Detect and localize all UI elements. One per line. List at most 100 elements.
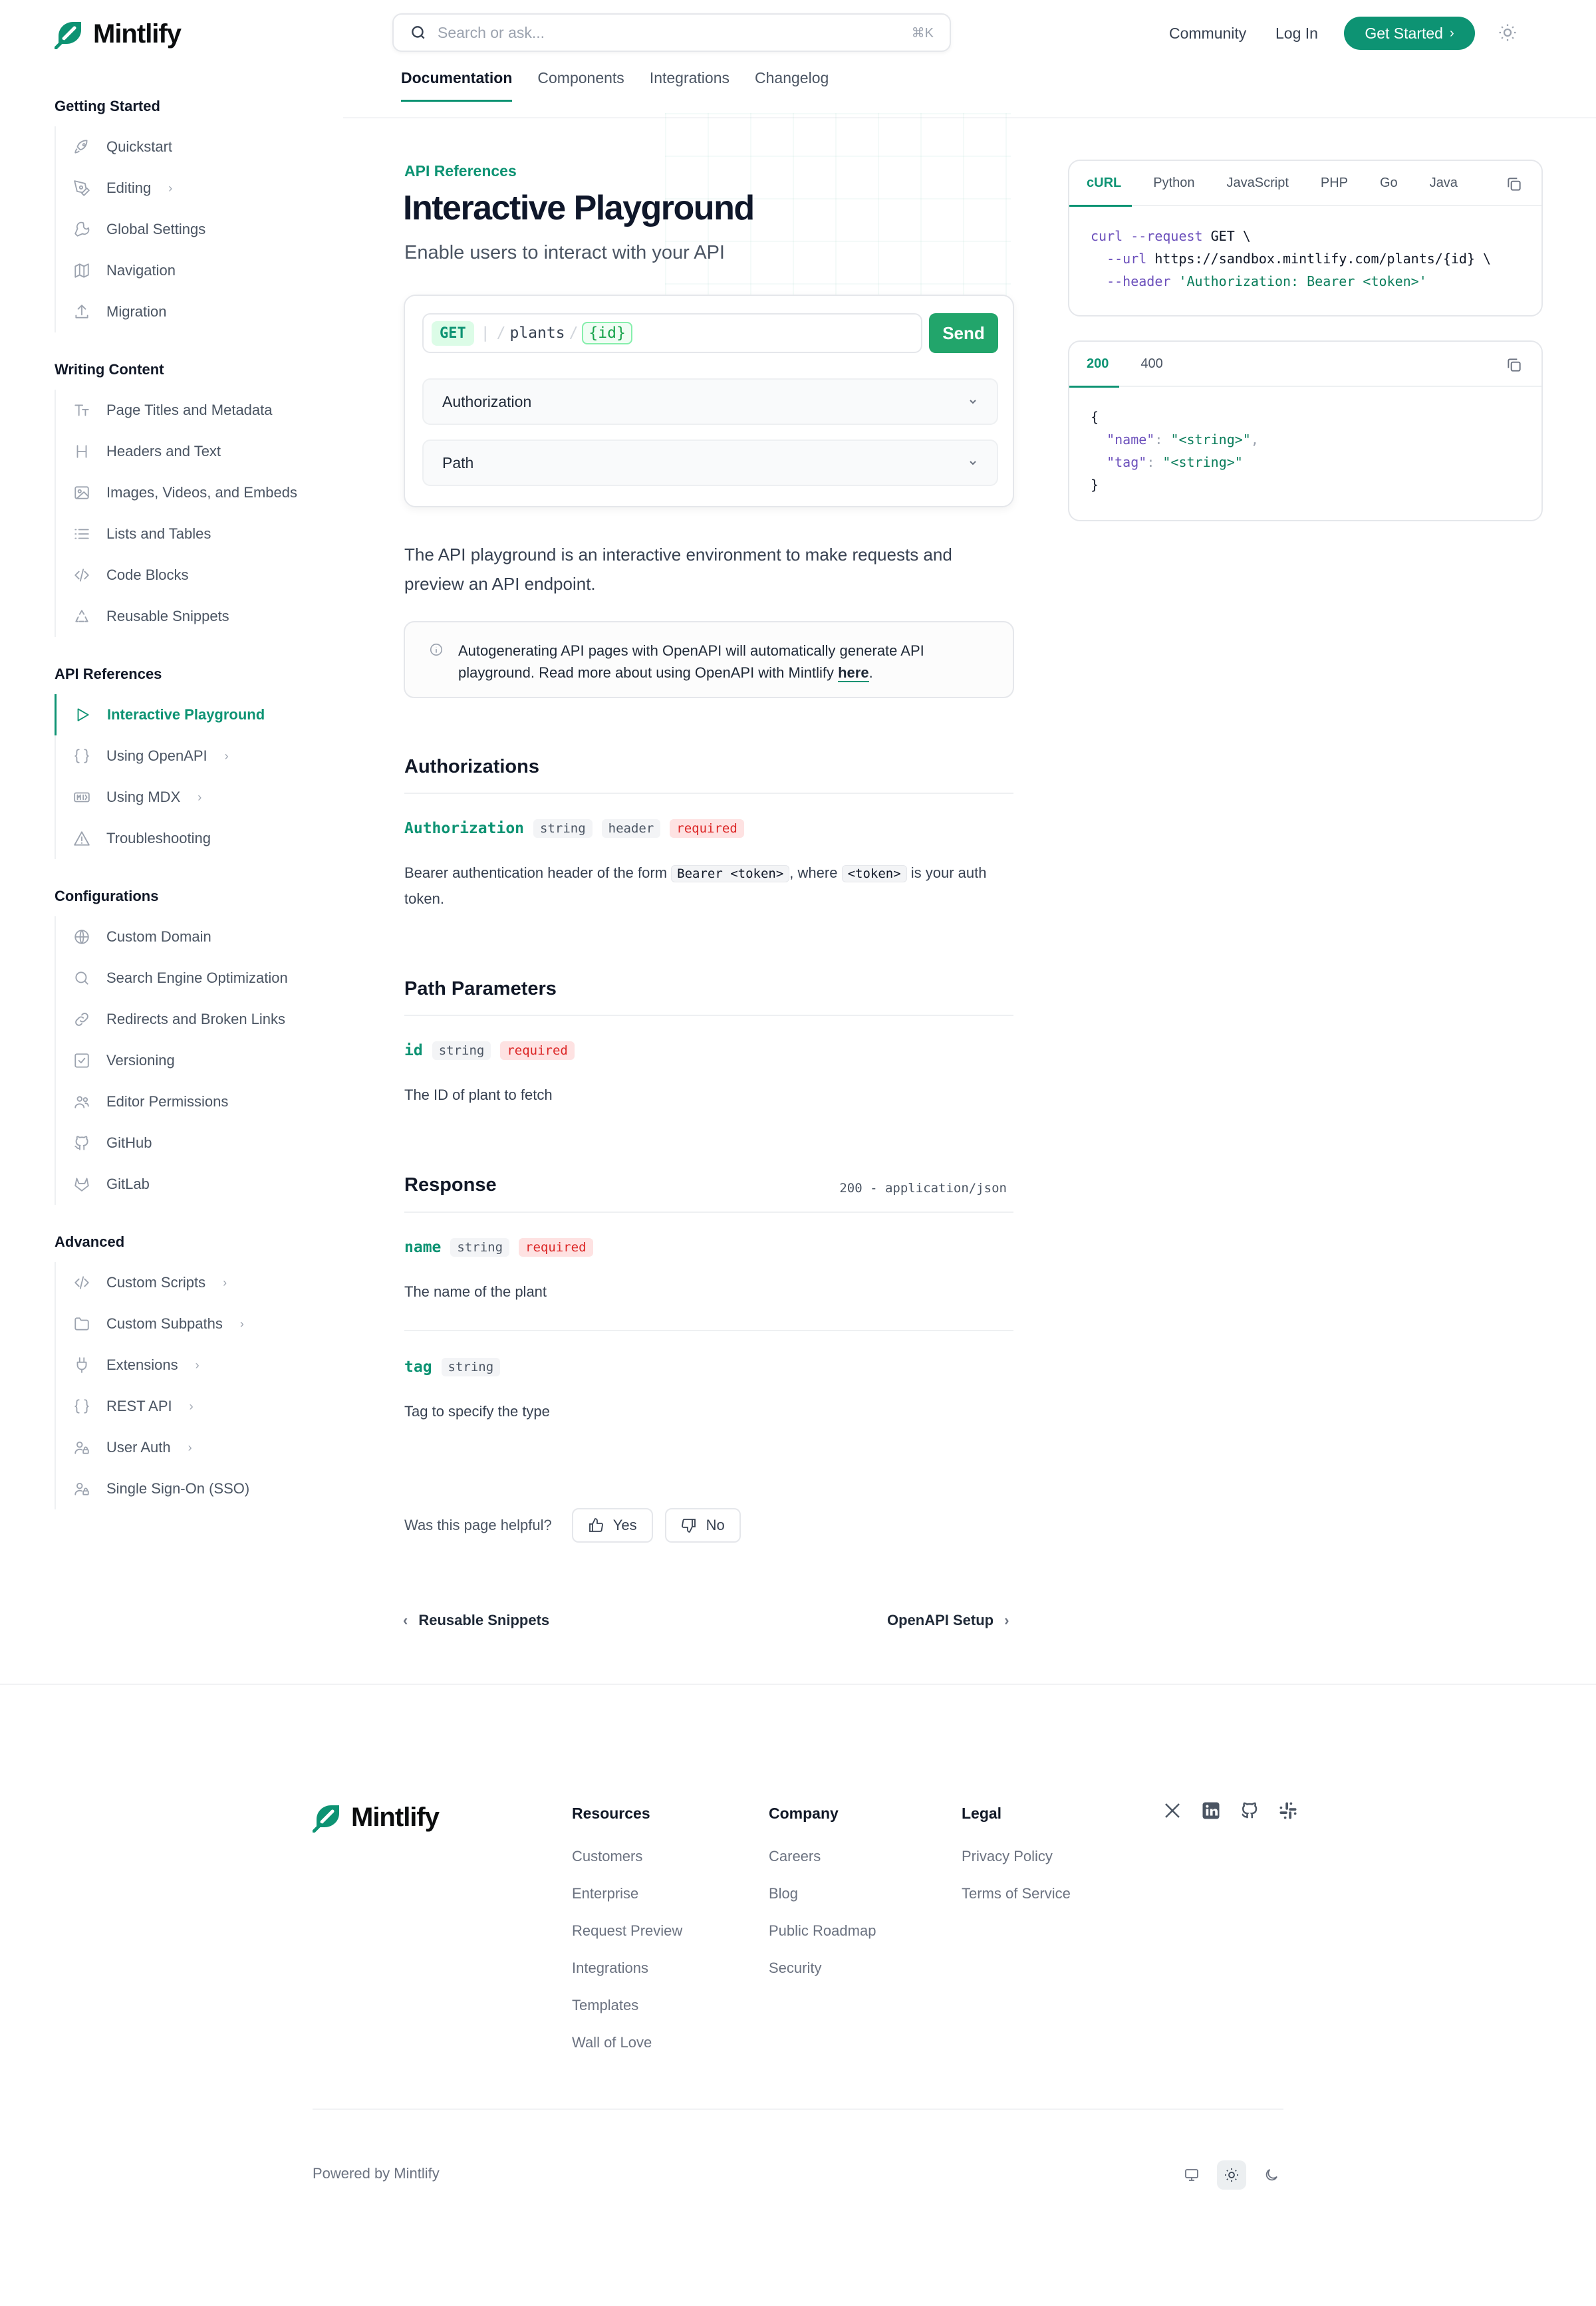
footer-link[interactable]: Enterprise [572, 1885, 682, 1902]
sidebar-item-user-auth[interactable]: User Auth › [56, 1427, 347, 1468]
footer-link[interactable]: Security [769, 1960, 876, 1977]
footer-link[interactable]: Customers [572, 1848, 682, 1865]
desc-text: , where [789, 864, 842, 881]
tab-php[interactable]: PHP [1305, 161, 1364, 205]
sidebar-item-editor-permissions[interactable]: Editor Permissions [56, 1081, 347, 1122]
authorization-accordion[interactable]: Authorization [422, 378, 998, 425]
sidebar-item-label: Versioning [106, 1052, 175, 1069]
tab-documentation[interactable]: Documentation [401, 69, 513, 102]
code-token: "<string>" [1170, 432, 1251, 448]
sidebar-item-using-openapi[interactable]: Using OpenAPI › [56, 735, 347, 777]
sidebar-item-interactive-playground[interactable]: Interactive Playground [55, 694, 347, 735]
sidebar-item-versioning[interactable]: Versioning [56, 1040, 347, 1081]
tab-java[interactable]: Java [1414, 161, 1474, 205]
required-badge: required [670, 819, 744, 838]
sidebar-item-single-sign-on-sso[interactable]: Single Sign-On (SSO) [56, 1468, 347, 1509]
footer-link[interactable]: Wall of Love [572, 2034, 682, 2051]
pen-tool-icon [72, 176, 92, 201]
path-accordion[interactable]: Path [422, 440, 998, 486]
nav-community[interactable]: Community [1169, 16, 1246, 51]
tab-javascript[interactable]: JavaScript [1211, 161, 1305, 205]
linkedin-icon[interactable] [1201, 1801, 1221, 1821]
tab-400[interactable]: 400 [1125, 342, 1178, 386]
here-link[interactable]: here [838, 664, 869, 682]
get-started-button[interactable]: Get Started › [1344, 17, 1475, 50]
light-mode-button[interactable] [1217, 2160, 1246, 2190]
x-icon[interactable] [1162, 1801, 1182, 1821]
sidebar-item-quickstart[interactable]: Quickstart [56, 126, 347, 168]
header-logo[interactable]: Mintlify [55, 19, 182, 49]
square-check-icon [72, 1048, 92, 1073]
powered-by[interactable]: Powered by Mintlify [313, 2165, 440, 2182]
sidebar-item-using-mdx[interactable]: Using MDX › [56, 777, 347, 818]
dark-mode-button[interactable] [1257, 2160, 1286, 2190]
send-button[interactable]: Send [929, 313, 998, 353]
sidebar-item-label: Headers and Text [106, 443, 221, 459]
sidebar-item-code-blocks[interactable]: Code Blocks [56, 555, 347, 596]
code-token: "name" [1107, 432, 1155, 448]
sidebar-item-search-engine-optimization[interactable]: Search Engine Optimization [56, 958, 347, 999]
tab-python[interactable]: Python [1137, 161, 1210, 205]
request-url-bar[interactable]: GET | / plants / {id} [422, 313, 922, 353]
sidebar-item-navigation[interactable]: Navigation [56, 250, 347, 291]
sidebar-item-page-titles-and-metadata[interactable]: Page Titles and Metadata [56, 390, 347, 431]
sidebar-item-custom-domain[interactable]: Custom Domain [56, 916, 347, 958]
system-mode-button[interactable] [1177, 2160, 1206, 2190]
prev-page-link[interactable]: ‹ Reusable Snippets [403, 1612, 549, 1629]
footer-bottom-divider [313, 2109, 1283, 2110]
sidebar-item-redirects-and-broken-links[interactable]: Redirects and Broken Links [56, 999, 347, 1040]
next-page-link[interactable]: OpenAPI Setup › [887, 1612, 1009, 1629]
required-badge: required [500, 1041, 575, 1060]
feedback-no-button[interactable]: No [664, 1508, 741, 1543]
sidebar-item-label: Lists and Tables [106, 525, 211, 542]
search-bar[interactable]: Search or ask... ⌘K [392, 13, 951, 52]
tab-200[interactable]: 200 [1069, 342, 1125, 388]
feedback-yes-button[interactable]: Yes [571, 1508, 653, 1543]
footer-link[interactable]: Careers [769, 1848, 876, 1865]
tab-components[interactable]: Components [537, 69, 624, 102]
sidebar-item-reusable-snippets[interactable]: Reusable Snippets [56, 596, 347, 637]
id-description: The ID of plant to fetch [404, 1087, 553, 1103]
sidebar-item-gitlab[interactable]: GitLab [56, 1164, 347, 1205]
path-param-input[interactable]: {id} [582, 322, 632, 344]
slack-icon[interactable] [1278, 1801, 1298, 1821]
tab-curl[interactable]: cURL [1069, 161, 1137, 207]
sidebar-item-custom-subpaths[interactable]: Custom Subpaths › [56, 1303, 347, 1345]
copy-icon[interactable] [1506, 176, 1523, 193]
sidebar-item-images-videos-and-embeds[interactable]: Images, Videos, and Embeds [56, 472, 347, 513]
sidebar-item-label: Custom Subpaths [106, 1315, 223, 1332]
sidebar-item-extensions[interactable]: Extensions › [56, 1345, 347, 1386]
thumbs-up-icon [589, 1518, 603, 1532]
footer-link[interactable]: Request Preview [572, 1922, 682, 1940]
footer-link[interactable]: Public Roadmap [769, 1922, 876, 1940]
copy-icon[interactable] [1506, 356, 1523, 374]
sidebar-item-github[interactable]: GitHub [56, 1122, 347, 1164]
theme-toggle-button[interactable] [1498, 23, 1518, 46]
footer-link[interactable]: Templates [572, 1997, 682, 2014]
footer-link[interactable]: Integrations [572, 1960, 682, 1977]
sidebar-item-label: GitHub [106, 1134, 152, 1151]
braces-icon [72, 1394, 92, 1419]
sidebar-item-global-settings[interactable]: Global Settings [56, 209, 347, 250]
nav-login[interactable]: Log In [1275, 16, 1318, 51]
sidebar-item-editing[interactable]: Editing › [56, 168, 347, 209]
yes-label: Yes [612, 1517, 637, 1533]
sidebar-item-rest-api[interactable]: REST API › [56, 1386, 347, 1427]
tab-changelog[interactable]: Changelog [755, 69, 829, 102]
url-slash: / [569, 324, 579, 342]
footer-link[interactable]: Terms of Service [962, 1885, 1071, 1902]
sidebar-item-custom-scripts[interactable]: Custom Scripts › [56, 1262, 347, 1303]
footer-link[interactable]: Privacy Policy [962, 1848, 1071, 1865]
sidebar-item-headers-and-text[interactable]: Headers and Text [56, 431, 347, 472]
top-tabs: Documentation Components Integrations Ch… [401, 69, 829, 102]
footer-logo[interactable]: Mintlify [313, 1802, 440, 1833]
tab-integrations[interactable]: Integrations [650, 69, 730, 102]
footer-link[interactable]: Blog [769, 1885, 876, 1902]
tab-go[interactable]: Go [1364, 161, 1414, 205]
chevron-right-icon: › [223, 1276, 227, 1289]
chevron-down-icon [970, 400, 976, 404]
sidebar-item-lists-and-tables[interactable]: Lists and Tables [56, 513, 347, 555]
sidebar-item-troubleshooting[interactable]: Troubleshooting [56, 818, 347, 859]
sidebar-item-migration[interactable]: Migration [56, 291, 347, 332]
github-icon[interactable] [1240, 1801, 1260, 1821]
